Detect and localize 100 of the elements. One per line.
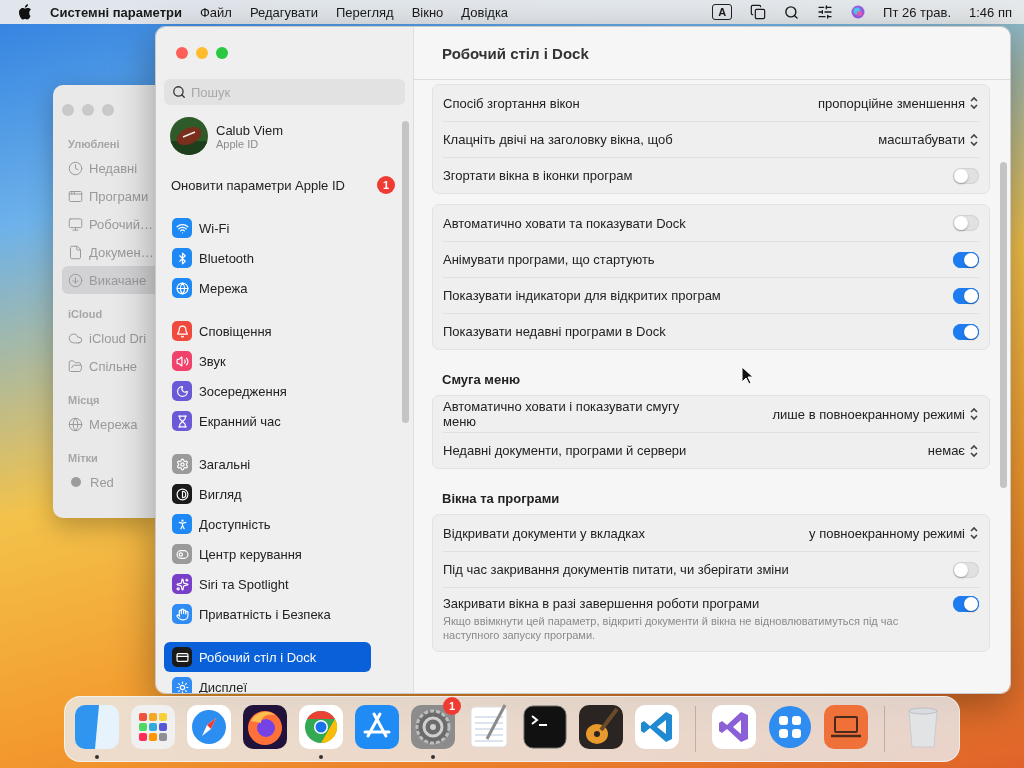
search-field[interactable]: Пошук [164, 79, 405, 105]
menu-item[interactable]: Файл [199, 4, 232, 20]
popup-button[interactable]: масштабувати [878, 132, 979, 147]
sidebar-item[interactable]: Зосередження [164, 376, 371, 406]
scrollbar-thumb[interactable] [1000, 162, 1007, 488]
squares-icon[interactable] [766, 703, 814, 751]
search-icon [172, 85, 186, 99]
menu-bar-date[interactable]: Пт 26 трав. [883, 4, 951, 20]
menu-item[interactable]: Вікно [411, 4, 444, 20]
setting-note: Якщо ввімкнути цей параметр, відкриті документи й вікна не відновлюватимуться під час наступного запуску програми. [443, 614, 900, 643]
sidebar-item[interactable]: Вигляд [164, 479, 371, 509]
a-shape-icon[interactable] [353, 703, 401, 751]
close-button[interactable] [176, 47, 188, 59]
orb-icon[interactable] [851, 5, 866, 19]
menu-item[interactable]: Редагувати [249, 4, 318, 20]
setting-label: Недавні документи, програми й сервери [443, 443, 687, 458]
account-name[interactable]: Calub Viem [216, 122, 283, 138]
ring-icon[interactable] [297, 703, 345, 751]
section-heading: Вікна та програми [442, 491, 560, 506]
guitar-icon[interactable] [577, 703, 625, 751]
setting-label: Клацніть двічі на заголовку вікна, щоб [443, 132, 673, 147]
compass-icon[interactable] [185, 703, 233, 751]
popup-button[interactable]: лише в повноекранному режимі [772, 406, 979, 422]
sidebar-heading: Улюблені [68, 138, 121, 150]
scrollbar-thumb[interactable] [402, 121, 409, 423]
menu-bar-time[interactable]: 1:46 пп [969, 4, 1012, 20]
tag-dot [71, 477, 81, 487]
sidebar-item[interactable]: Екранний час [164, 406, 371, 436]
sidebar-item[interactable]: Робочий стіл і Dock [164, 642, 371, 672]
menu-item[interactable]: Перегляд [335, 4, 394, 20]
cursor-icon [741, 366, 755, 386]
sidebar-heading: iCloud [68, 308, 104, 320]
sidebar-item[interactable]: Wi-Fi [164, 213, 371, 243]
sidebar-item[interactable]: Siri та Spotlight [164, 569, 371, 599]
infinity-ribbon-icon[interactable] [710, 703, 758, 751]
split-square-icon[interactable] [73, 703, 121, 751]
clock-icon [68, 160, 83, 176]
popup-button[interactable]: немає [927, 443, 979, 458]
running-dot [431, 755, 435, 759]
gear-icon[interactable] [409, 703, 457, 751]
update-notice[interactable]: Оновити параметри Apple ID [171, 177, 345, 193]
app-menu[interactable]: Системні параметри [50, 4, 182, 20]
notification-badge: 1 [443, 697, 461, 715]
toggle-switch[interactable] [953, 561, 979, 578]
toggle-switch[interactable] [953, 323, 979, 340]
setting-label: Показувати недавні програми в Dock [443, 324, 666, 339]
toggle-switch[interactable] [953, 215, 979, 231]
popup-button[interactable]: пропорційне зменшення [818, 95, 979, 111]
sidebar-item[interactable]: Сповіщення [164, 316, 371, 346]
laptop-icon[interactable] [822, 703, 870, 751]
setting-label: Згортати вікна в іконки програм [443, 168, 633, 183]
running-dot [319, 755, 323, 759]
popup-button[interactable]: у повноекранному режимі [809, 525, 979, 541]
updown-icon [969, 96, 979, 110]
sidebar-item[interactable]: Bluetooth [164, 243, 371, 273]
toggle-switch[interactable] [953, 167, 979, 184]
download-icon [68, 272, 83, 288]
fox-globe-icon[interactable] [241, 703, 289, 751]
control-center-icon[interactable] [817, 4, 834, 20]
setting-label: Спосіб згортання вікон [443, 95, 580, 111]
windows-icon[interactable] [750, 4, 767, 20]
sidebar-item[interactable]: Загальні [164, 449, 371, 479]
updown-icon [969, 407, 979, 421]
apps-icon [68, 188, 83, 204]
account-subtitle: Apple ID [216, 137, 260, 150]
sidebar-item[interactable]: Центр керування [164, 539, 371, 569]
monitor-icon [68, 216, 83, 232]
folder-icon [68, 358, 83, 374]
setting-label: Автоматично ховати і показувати смугу меню [443, 399, 681, 429]
section-heading: Смуга меню [442, 372, 521, 387]
setting-label: Анімувати програми, що стартують [443, 252, 655, 267]
menu-item[interactable]: Довідка [461, 4, 509, 20]
updown-icon [969, 526, 979, 540]
setting-label: Автоматично ховати та показувати Dock [443, 215, 686, 231]
toggle-switch[interactable] [953, 287, 979, 304]
setting-label: Під час закривання документів питати, чи зберігати зміни [443, 562, 789, 577]
document-icon [68, 244, 83, 260]
apple-logo-icon[interactable] [18, 4, 32, 20]
chevron-ribbon-icon[interactable] [633, 703, 681, 751]
running-dot [95, 755, 99, 759]
search-icon[interactable] [784, 4, 800, 20]
sidebar-item[interactable]: Мережа [164, 273, 371, 303]
input-source-indicator[interactable]: A [712, 4, 733, 20]
setting-label: Закривати вікна в разі завершення роботи програми [443, 596, 761, 611]
updown-icon [969, 132, 979, 147]
grid-icon[interactable] [129, 703, 177, 751]
sidebar-item[interactable]: Приватність і Безпека [164, 599, 371, 629]
setting-label: Показувати індикатори для відкритих програм [443, 288, 721, 303]
sidebar-item[interactable]: Доступність [164, 509, 371, 539]
updown-icon [969, 443, 979, 458]
zoom-button[interactable] [216, 47, 228, 59]
sidebar-heading: Місця [68, 394, 101, 406]
notification-badge: 1 [377, 176, 395, 194]
setting-label: Відкривати документи у вкладках [443, 525, 645, 541]
toggle-switch[interactable] [953, 596, 979, 612]
sidebar-item[interactable]: Звук [164, 346, 371, 376]
cloud-icon [68, 330, 83, 346]
terminal-icon[interactable] [521, 703, 569, 751]
globe-icon [68, 416, 83, 432]
toggle-switch[interactable] [953, 251, 979, 268]
